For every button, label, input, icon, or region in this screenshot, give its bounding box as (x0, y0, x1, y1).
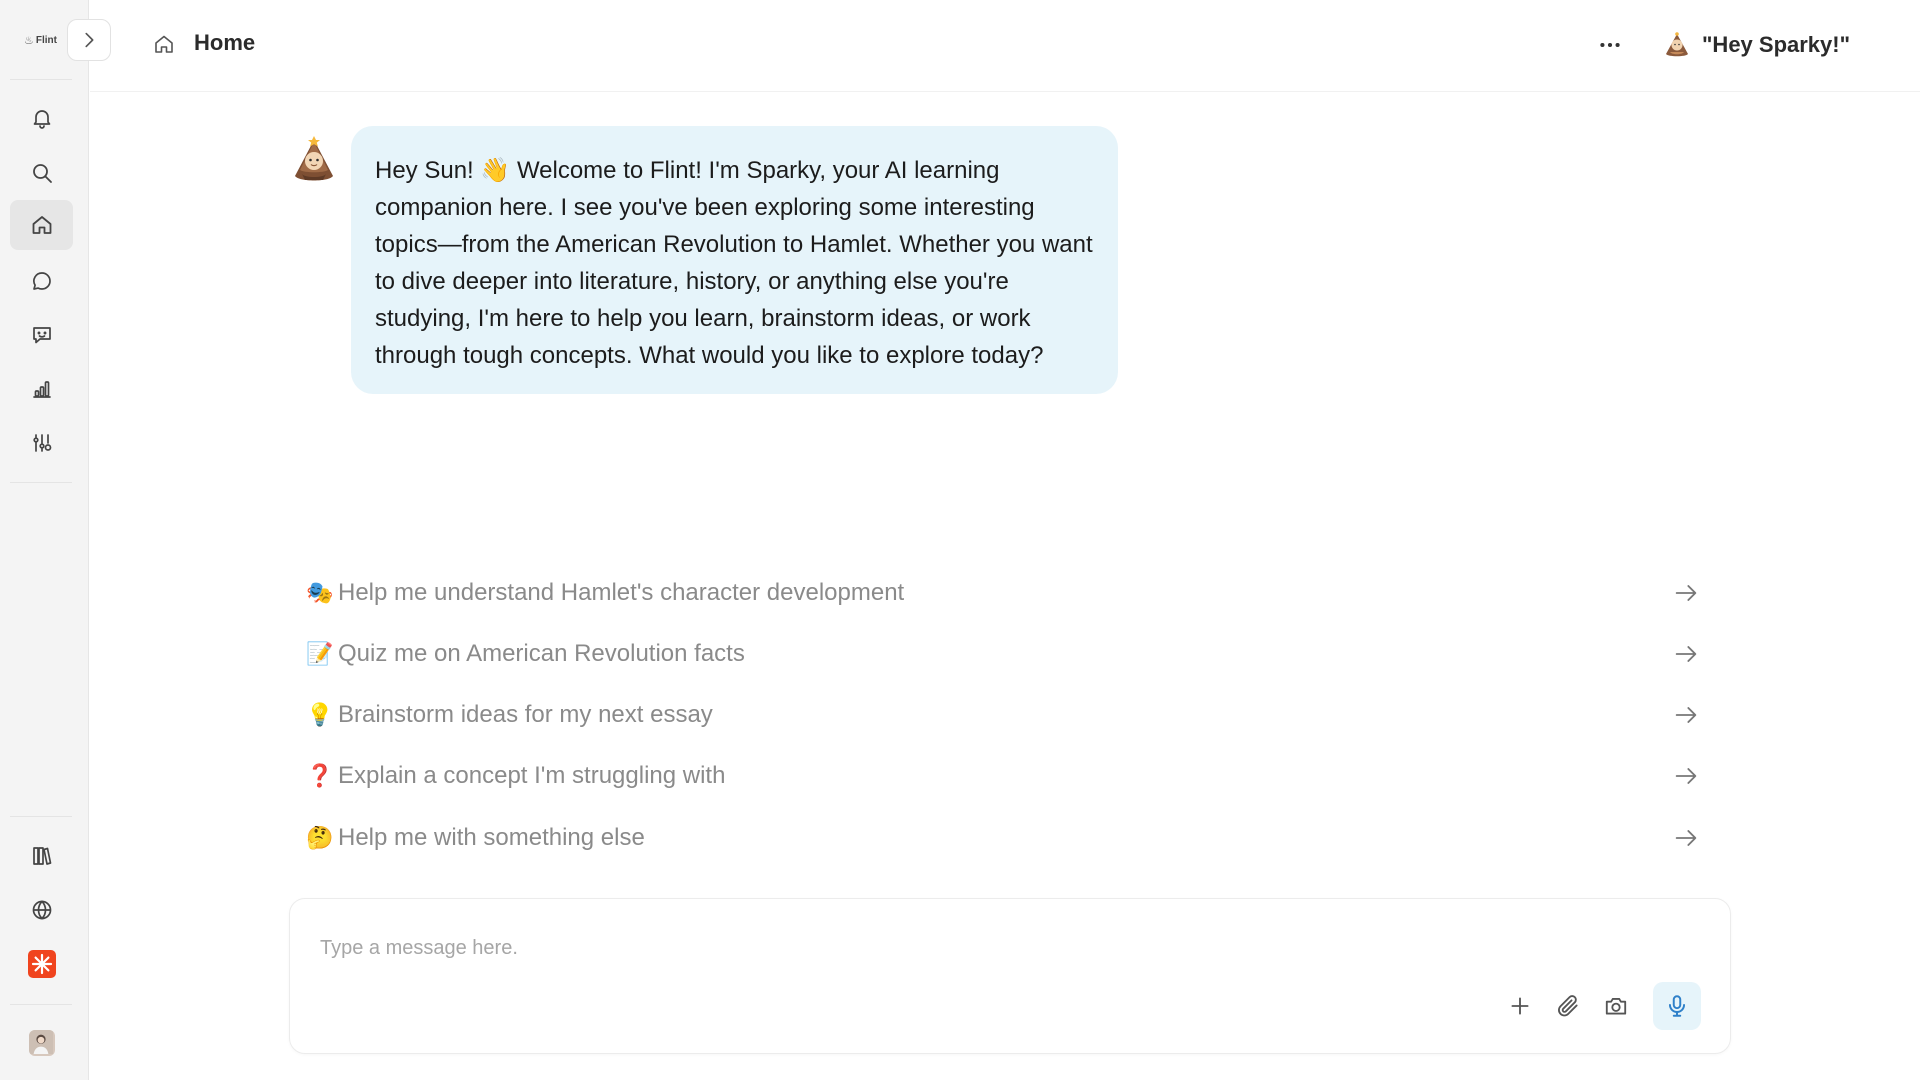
message-square-icon (32, 327, 51, 344)
microphone-icon (1668, 995, 1686, 1017)
bar-chart-icon (32, 381, 51, 398)
flame-icon: ♨ (24, 34, 34, 47)
more-options-button[interactable] (1593, 30, 1627, 60)
sidebar-divider (10, 816, 72, 817)
assistant-message-text: Hey Sun! 👋 Welcome to Flint! I'm Sparky,… (375, 157, 1093, 369)
chevron-right-icon (85, 32, 94, 48)
suggestion-text: Help me with something else (338, 823, 645, 851)
thinking-face-icon: 🤔 (306, 824, 334, 850)
camera-icon (1605, 998, 1627, 1015)
sidebar-item-brand[interactable] (10, 939, 73, 989)
sidebar-item-analytics[interactable] (10, 364, 73, 414)
add-button[interactable] (1496, 982, 1544, 1030)
brand-tile (27, 950, 56, 978)
app-window: ♨ Flint Home "Hey Sparky!" Hey Sun! 👋 We… (0, 0, 1920, 1080)
flint-logo[interactable]: ♨ Flint (24, 32, 57, 48)
sidebar-item-settings[interactable] (10, 418, 73, 468)
home-icon (32, 216, 51, 234)
suggestion-item[interactable]: 📝 Quiz me on American Revolution facts (290, 623, 1710, 684)
light-bulb-icon: 💡 (306, 702, 334, 728)
sidebar-item-language[interactable] (10, 885, 73, 935)
paperclip-icon (1558, 995, 1578, 1017)
hey-sparky-button[interactable]: "Hey Sparky!" (1662, 26, 1850, 64)
message-input[interactable] (320, 933, 1320, 963)
asterisk-icon (31, 953, 52, 975)
sliders-icon (32, 434, 51, 452)
arrow-right-icon (1675, 768, 1697, 785)
arrow-right-icon (1675, 707, 1697, 724)
header: Home "Hey Sparky!" (90, 0, 1920, 92)
suggestion-text: Brainstorm ideas for my next essay (338, 701, 713, 729)
attach-button[interactable] (1544, 982, 1592, 1030)
voice-input-button[interactable] (1653, 982, 1701, 1030)
sparky-avatar (288, 134, 340, 186)
suggestion-item[interactable]: 🎭 Help me understand Hamlet's character … (290, 562, 1710, 623)
suggestion-text: Quiz me on American Revolution facts (338, 639, 745, 667)
sidebar-divider (10, 79, 72, 80)
memo-icon: 📝 (306, 640, 334, 666)
hey-sparky-label: "Hey Sparky!" (1702, 32, 1851, 57)
sparky-avatar-icon (1666, 32, 1688, 57)
message-composer (289, 898, 1731, 1054)
sidebar-divider (10, 1004, 72, 1005)
more-horizontal-icon (1600, 42, 1620, 48)
sidebar: ♨ Flint (0, 0, 89, 1080)
logo-text: Flint (35, 34, 57, 46)
assistant-message-bubble: Hey Sun! 👋 Welcome to Flint! I'm Sparky,… (351, 126, 1118, 394)
question-mark-icon: ❓ (306, 763, 334, 789)
globe-icon (32, 900, 51, 920)
sidebar-item-home[interactable] (10, 200, 73, 250)
expand-sidebar-button[interactable] (67, 19, 111, 61)
sidebar-item-chat[interactable] (10, 256, 73, 306)
sidebar-divider (10, 482, 72, 483)
sidebar-item-library[interactable] (10, 831, 73, 881)
suggestion-text: Help me understand Hamlet's character de… (338, 578, 905, 606)
chat-bubble-icon (32, 272, 51, 290)
theater-masks-icon: 🎭 (306, 579, 334, 605)
suggestion-item[interactable]: ❓ Explain a concept I'm struggling with (290, 746, 1710, 807)
sidebar-item-profile[interactable] (10, 1018, 73, 1068)
sidebar-item-search[interactable] (10, 148, 73, 198)
suggestion-item[interactable]: 💡 Brainstorm ideas for my next essay (290, 685, 1710, 746)
plus-icon (1511, 997, 1529, 1015)
user-avatar (28, 1030, 55, 1056)
sidebar-item-feedback[interactable] (10, 310, 73, 360)
page-title: Home (194, 30, 256, 55)
suggestion-item[interactable]: 🤔 Help me with something else (290, 807, 1710, 868)
search-icon (32, 164, 52, 183)
bell-icon (33, 110, 50, 129)
arrow-right-icon (1675, 645, 1697, 662)
books-icon (32, 847, 51, 865)
sidebar-item-notifications[interactable] (10, 93, 73, 143)
arrow-right-icon (1675, 584, 1697, 601)
camera-button[interactable] (1592, 982, 1640, 1030)
arrow-right-icon (1675, 829, 1697, 846)
suggestion-text: Explain a concept I'm struggling with (338, 762, 726, 790)
home-icon (155, 35, 173, 53)
suggestion-list: 🎭 Help me understand Hamlet's character … (290, 562, 1710, 868)
